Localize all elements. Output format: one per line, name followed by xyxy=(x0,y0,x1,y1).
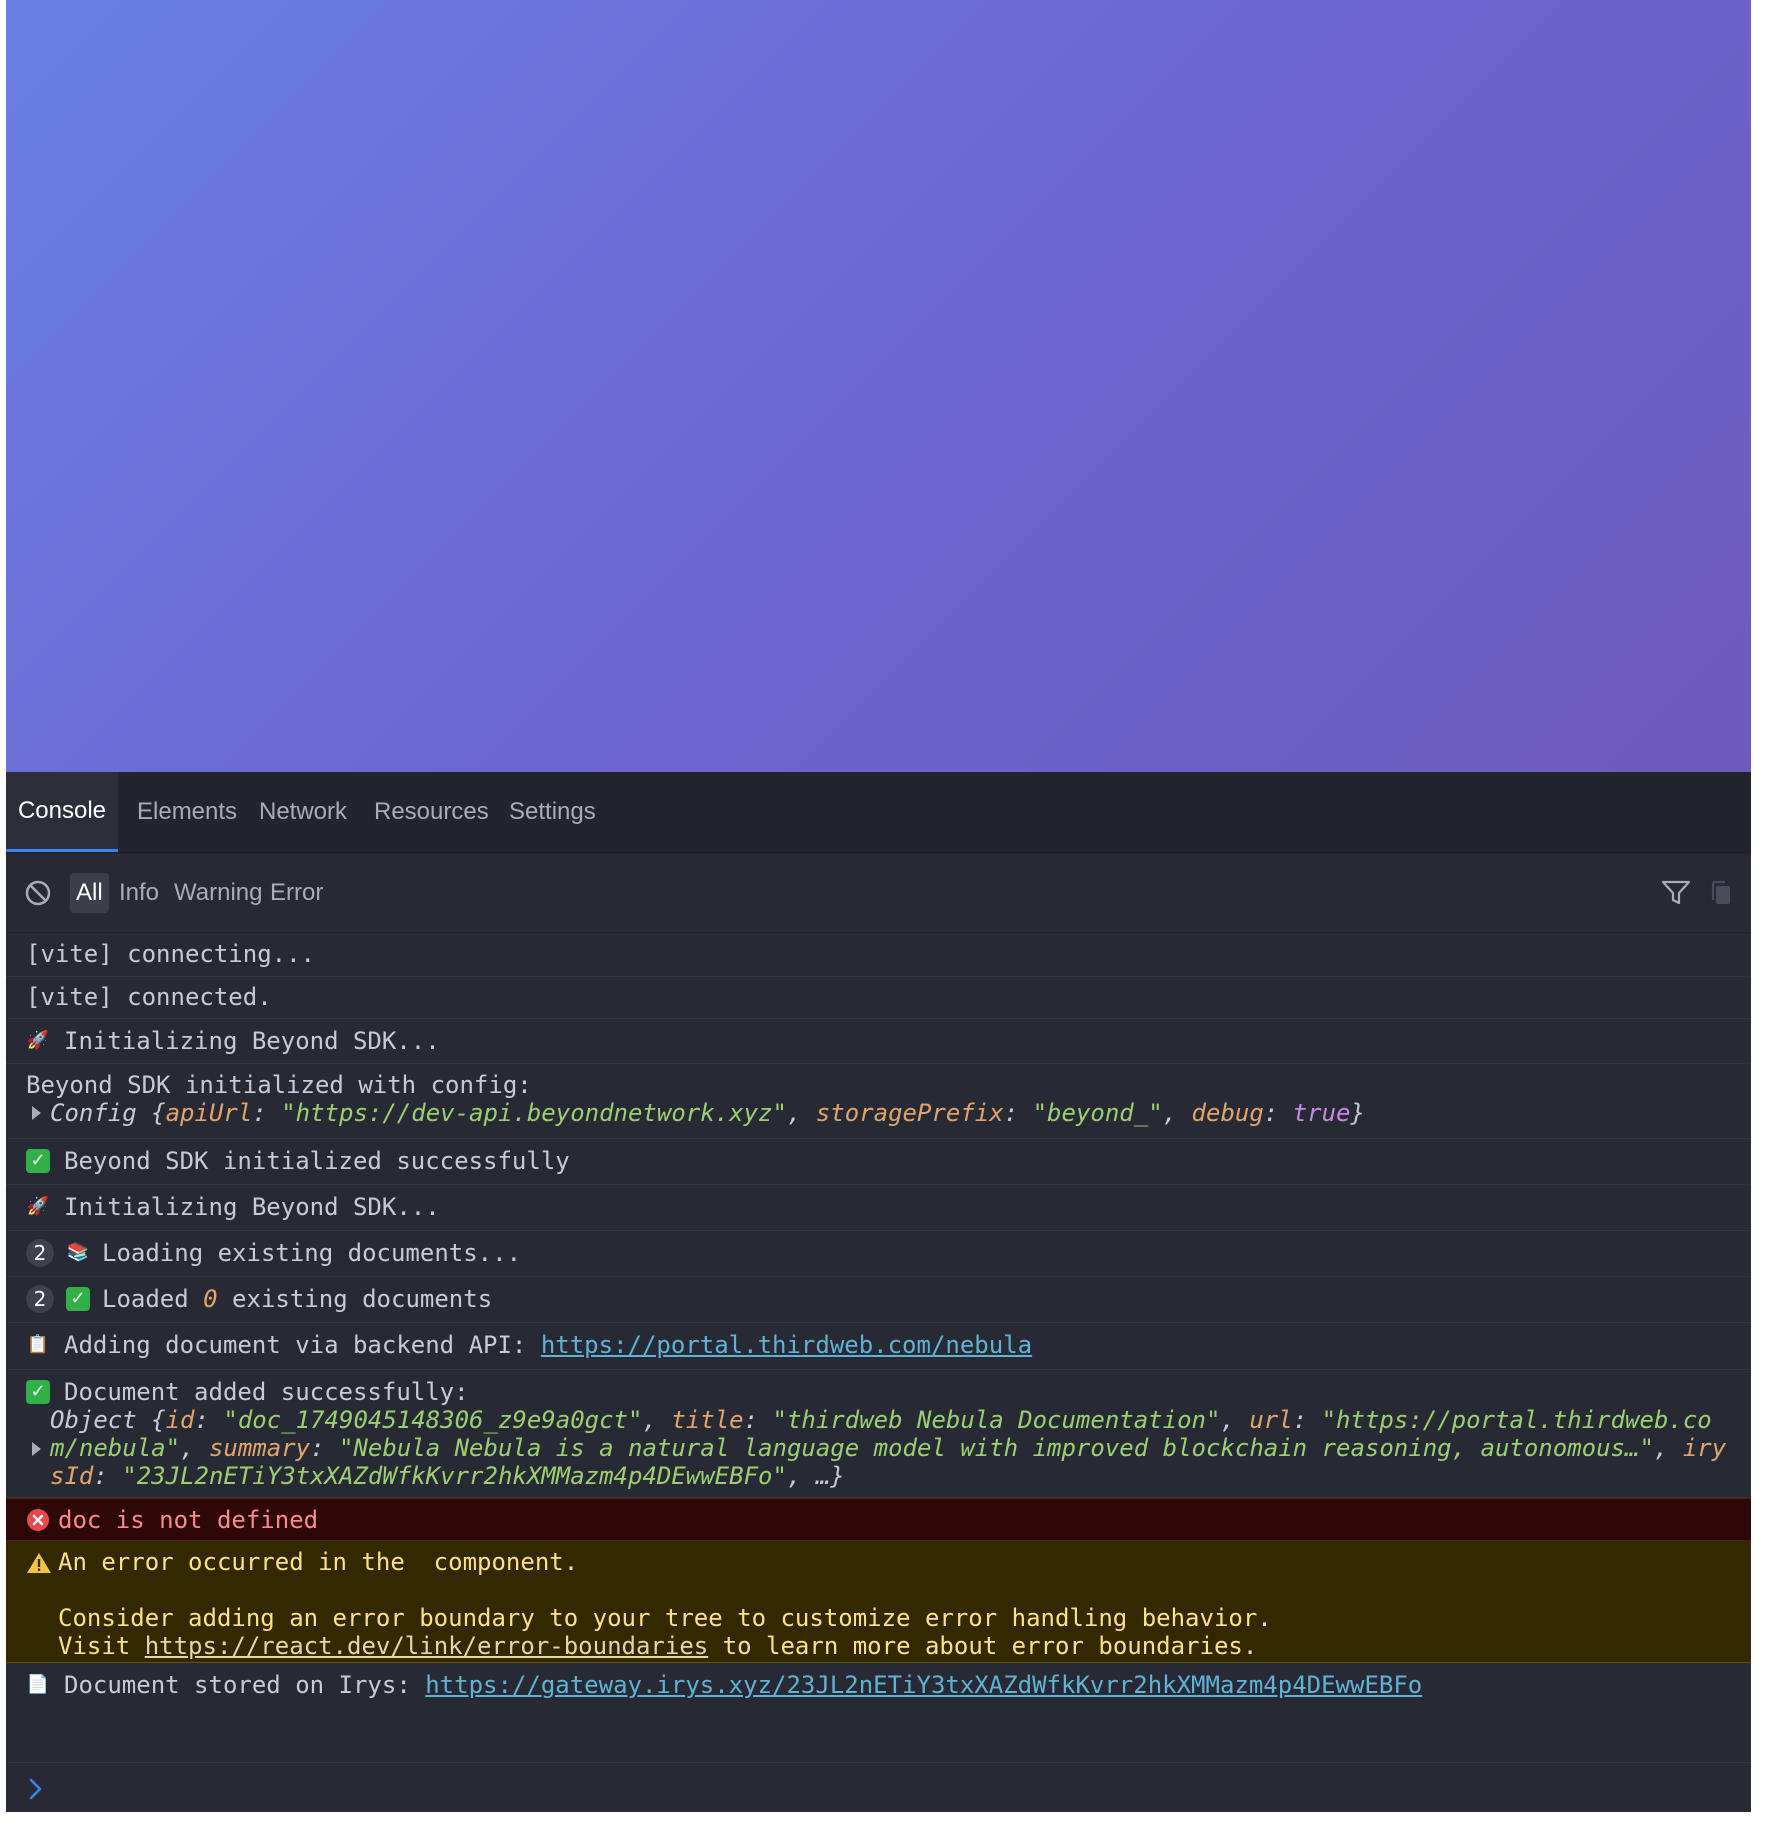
filter-warning[interactable]: Warning xyxy=(174,873,262,913)
error-icon xyxy=(27,1509,49,1531)
log-message: Document stored on Irys: https://gateway… xyxy=(64,1671,1423,1699)
log-entry: ✓ Beyond SDK initialized successfully xyxy=(6,1139,1751,1185)
repeat-count-badge: 2 xyxy=(26,1239,54,1267)
irys-link[interactable]: https://gateway.irys.xyz/23JL2nETiY3txXA… xyxy=(425,1671,1422,1699)
tab-network[interactable]: Network xyxy=(259,772,347,852)
tab-settings[interactable]: Settings xyxy=(509,772,596,852)
object-line-2[interactable]: m/nebula", summary: "Nebula Nebula is a … xyxy=(50,1434,1726,1462)
log-message: Initializing Beyond SDK... xyxy=(64,1027,440,1055)
log-entry: [vite] connecting... xyxy=(6,933,1751,977)
log-message: [vite] connected. xyxy=(26,983,272,1011)
log-message: Initializing Beyond SDK... xyxy=(64,1193,440,1221)
log-message: Document added successfully: xyxy=(64,1378,469,1406)
log-message: Adding document via backend API: https:/… xyxy=(64,1331,1033,1359)
error-message: doc is not defined xyxy=(58,1506,319,1534)
clipboard-icon: 📋 xyxy=(26,1334,50,1355)
log-link[interactable]: https://portal.thirdweb.com/nebula xyxy=(541,1331,1032,1359)
log-entry: 📄 Document stored on Irys: https://gatew… xyxy=(6,1663,1751,1762)
tab-elements[interactable]: Elements xyxy=(137,772,237,852)
expand-triangle-icon[interactable] xyxy=(32,1106,41,1120)
log-message: Loaded 0 existing documents xyxy=(102,1285,493,1313)
warning-message: An error occurred in the component. xyxy=(58,1548,579,1576)
log-entry: [vite] connected. xyxy=(6,977,1751,1019)
repeat-count-badge: 2 xyxy=(26,1285,54,1313)
devtools-tabbar: Console Elements Network Resources Setti… xyxy=(6,772,1751,853)
config-object[interactable]: Config {apiUrl: "https://dev-api.beyondn… xyxy=(50,1099,1365,1127)
prompt-chevron-icon xyxy=(29,1778,42,1800)
log-entry: 2 📚 Loading existing documents... xyxy=(6,1231,1751,1277)
app-window: Console Elements Network Resources Setti… xyxy=(6,0,1751,1812)
log-entry: 📋 Adding document via backend API: https… xyxy=(6,1323,1751,1370)
books-icon: 📚 xyxy=(66,1242,90,1263)
copy-icon[interactable] xyxy=(1709,880,1733,906)
warning-icon xyxy=(27,1553,51,1573)
log-entry: ✓ Document added successfully: Object {i… xyxy=(6,1370,1751,1498)
log-entry-warning: An error occurred in the component. Cons… xyxy=(6,1541,1751,1663)
rocket-icon: 🚀 xyxy=(26,1196,50,1217)
console-toolbar: All Info Warning Error xyxy=(6,853,1751,933)
object-line-3[interactable]: sId: "23JL2nETiY3txXAZdWfkKvrr2hkXMMazm4… xyxy=(50,1462,845,1490)
expand-triangle-icon[interactable] xyxy=(32,1442,41,1456)
object-line-1[interactable]: Object {id: "doc_1749045148306_z9e9a0gct… xyxy=(50,1406,1712,1434)
rocket-icon: 🚀 xyxy=(26,1030,50,1051)
log-message: [vite] connecting... xyxy=(26,940,315,968)
filter-info[interactable]: Info xyxy=(119,873,159,913)
log-message: Beyond SDK initialized with config: xyxy=(26,1071,532,1099)
clear-console-icon[interactable] xyxy=(24,879,52,907)
filter-icon[interactable] xyxy=(1661,880,1691,906)
app-preview-area xyxy=(6,0,1751,772)
warning-message: Consider adding an error boundary to you… xyxy=(58,1604,1272,1632)
tab-resources[interactable]: Resources xyxy=(374,772,489,852)
log-entry: 🚀 Initializing Beyond SDK... xyxy=(6,1019,1751,1064)
console-input[interactable] xyxy=(6,1762,1751,1812)
document-icon: 📄 xyxy=(26,1674,50,1695)
log-message: Beyond SDK initialized successfully xyxy=(64,1147,570,1175)
error-boundary-link[interactable]: https://react.dev/link/error-boundaries xyxy=(145,1632,709,1660)
log-entry: Beyond SDK initialized with config: Conf… xyxy=(6,1064,1751,1139)
warning-message: Visit https://react.dev/link/error-bound… xyxy=(58,1632,1258,1660)
check-icon: ✓ xyxy=(26,1380,50,1404)
log-entry: 2 ✓ Loaded 0 existing documents xyxy=(6,1277,1751,1323)
log-entry-error: doc is not defined xyxy=(6,1498,1751,1541)
check-icon: ✓ xyxy=(66,1287,90,1311)
filter-all[interactable]: All xyxy=(70,873,109,913)
tab-console[interactable]: Console xyxy=(6,772,118,852)
check-icon: ✓ xyxy=(26,1149,50,1173)
log-entry: 🚀 Initializing Beyond SDK... xyxy=(6,1185,1751,1231)
filter-error[interactable]: Error xyxy=(270,873,323,913)
log-message: Loading existing documents... xyxy=(102,1239,522,1267)
